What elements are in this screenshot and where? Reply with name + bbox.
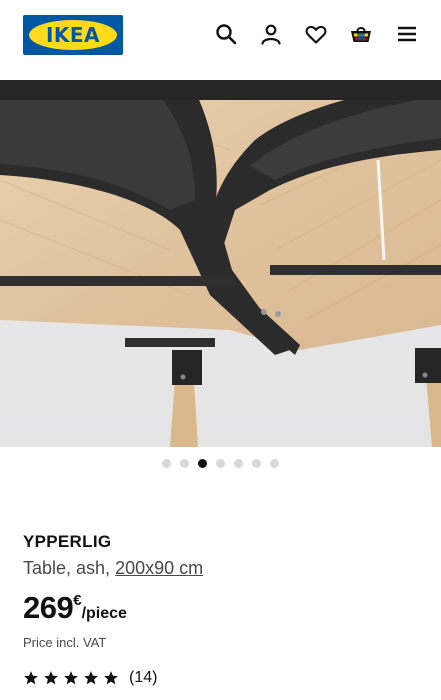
- price-value: 269: [23, 590, 74, 625]
- product-price: 269 € /piece: [23, 590, 127, 626]
- heart-icon: [305, 25, 327, 44]
- search-button[interactable]: [212, 20, 240, 48]
- favourites-button[interactable]: [302, 20, 330, 48]
- ikea-logo[interactable]: IKEA: [23, 15, 123, 55]
- gallery-dot-active[interactable]: [198, 459, 207, 468]
- shopping-bag-icon: [351, 27, 371, 42]
- rating-count: (14): [129, 669, 158, 686]
- gallery-dot[interactable]: [180, 459, 189, 468]
- gallery-pagination: [0, 459, 441, 471]
- gallery-dot[interactable]: [234, 459, 243, 468]
- search-icon: [216, 24, 237, 45]
- shopping-bag-button[interactable]: [347, 20, 375, 48]
- site-header: IKEA: [0, 0, 441, 80]
- account-button[interactable]: [257, 20, 285, 48]
- menu-button[interactable]: [393, 20, 421, 48]
- product-image-gallery[interactable]: [0, 80, 441, 447]
- gallery-dot[interactable]: [252, 459, 261, 468]
- product-type: Table, ash,: [23, 558, 111, 578]
- star-icon: [64, 671, 78, 685]
- price-currency: €: [73, 592, 82, 609]
- star-icon: [84, 671, 98, 685]
- star-icon: [24, 671, 38, 685]
- account-icon: [261, 24, 281, 45]
- star-icon: [44, 671, 58, 685]
- gallery-dot[interactable]: [270, 459, 279, 468]
- product-rating[interactable]: (14): [23, 669, 157, 687]
- price-unit: /piece: [81, 605, 127, 622]
- product-name: YPPERLIG: [23, 532, 112, 551]
- gallery-dot[interactable]: [162, 459, 171, 468]
- product-size-link[interactable]: 200x90 cm: [115, 558, 203, 578]
- logo-text: IKEA: [45, 23, 101, 47]
- gallery-dot[interactable]: [216, 459, 225, 468]
- product-photo: [0, 80, 441, 447]
- vat-note: Price incl. VAT: [23, 635, 107, 650]
- star-icon: [104, 671, 118, 685]
- menu-icon: [398, 26, 416, 42]
- product-description: Table, ash, 200x90 cm: [23, 558, 203, 579]
- logo-oval: IKEA: [29, 20, 117, 50]
